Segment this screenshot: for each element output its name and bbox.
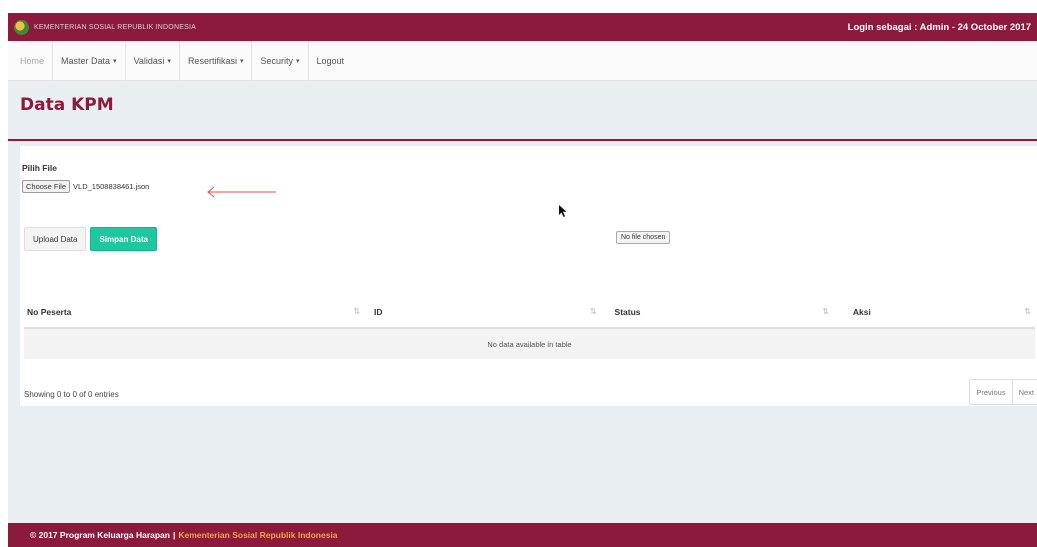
nav-validasi[interactable]: Validasi ▾	[126, 40, 180, 81]
annotation-arrow-icon	[207, 186, 276, 198]
kpm-table: No Peserta ⇅ ID ⇅ Status ⇅ Aksi ⇅ No data av…	[24, 297, 1035, 359]
caret-down-icon: ▾	[167, 57, 171, 65]
pagination: Previous Next	[969, 379, 1037, 405]
nav-resertifikasi[interactable]: Resertifikasi ▾	[180, 40, 253, 81]
column-header-no-peserta[interactable]: No Peserta ⇅	[24, 297, 364, 327]
caret-down-icon: ▾	[295, 57, 300, 65]
sort-icon: ⇅	[353, 307, 361, 316]
file-input[interactable]: Choose File VLD_1508838461.json	[22, 180, 149, 193]
nav-master-data[interactable]: Master Data ▾	[53, 40, 126, 81]
no-file-chosen-label[interactable]: No file chosen	[616, 231, 671, 244]
next-page-button[interactable]: Next	[1011, 380, 1037, 404]
action-buttons: Upload Data Simpan Data	[24, 227, 157, 251]
page-title: Data KPM	[20, 95, 114, 115]
content-panel: Pilih File Choose File VLD_1508838461.js…	[20, 146, 1037, 406]
upload-data-button[interactable]: Upload Data	[24, 227, 87, 251]
page-header: Data KPM	[8, 81, 1037, 141]
table-header: No Peserta ⇅ ID ⇅ Status ⇅ Aksi ⇅	[24, 297, 1035, 329]
footer-copyright: © 2017 Program Keluarga Harapan	[30, 530, 170, 540]
caret-down-icon: ▾	[113, 57, 117, 65]
choose-file-button[interactable]: Choose File	[22, 180, 71, 193]
footer-separator: |	[172, 530, 176, 540]
nav-security[interactable]: Security ▾	[252, 40, 309, 81]
sort-icon: ⇅	[589, 307, 597, 316]
caret-down-icon: ▾	[239, 57, 244, 65]
entries-info: Showing 0 to 0 of 0 entries	[24, 390, 119, 399]
sort-icon: ⇅	[1024, 307, 1031, 316]
login-info: Login sebagai : Admin - 24 October 2017	[847, 22, 1031, 33]
simpan-data-button[interactable]: Simpan Data	[90, 227, 157, 251]
column-header-aksi[interactable]: Aksi ⇅	[833, 297, 1035, 327]
previous-page-button[interactable]: Previous	[970, 380, 1011, 404]
column-header-id[interactable]: ID ⇅	[364, 297, 601, 327]
app-frame: KEMENTERIAN SOSIAL REPUBLIK INDONESIA Lo…	[8, 13, 1037, 547]
mouse-cursor-icon	[559, 205, 567, 217]
footer: © 2017 Program Keluarga Harapan | Kement…	[8, 523, 1037, 547]
nav-home[interactable]: Home	[12, 40, 54, 81]
ministry-logo-icon	[14, 20, 29, 35]
file-label: Pilih File	[22, 163, 57, 173]
selected-file-name: VLD_1508838461.json	[73, 182, 150, 191]
brand[interactable]: KEMENTERIAN SOSIAL REPUBLIK INDONESIA	[14, 20, 196, 35]
brand-text: KEMENTERIAN SOSIAL REPUBLIK INDONESIA	[34, 24, 196, 31]
top-bar: KEMENTERIAN SOSIAL REPUBLIK INDONESIA Lo…	[8, 13, 1037, 41]
column-header-status[interactable]: Status ⇅	[601, 297, 833, 327]
footer-ministry-link[interactable]: Kementerian Sosial Republik Indonesia	[178, 530, 337, 540]
sort-icon: ⇅	[822, 307, 829, 316]
nav-logout[interactable]: Logout	[309, 41, 353, 81]
empty-table-message: No data available in table	[24, 329, 1035, 359]
main-nav: Home Master Data ▾ Validasi ▾ Resertifikas…	[8, 40, 1037, 81]
